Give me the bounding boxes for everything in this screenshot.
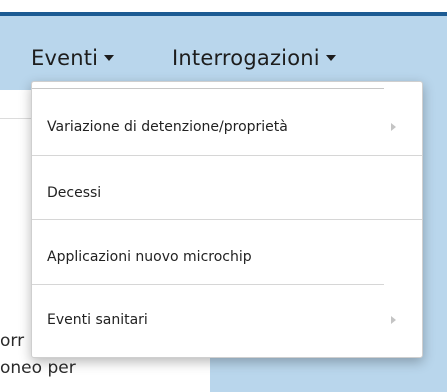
chevron-right-icon xyxy=(391,316,396,324)
menu-divider xyxy=(32,219,422,220)
navbar: Eventi Interrogazioni xyxy=(0,12,447,90)
background-text: orr xyxy=(0,331,25,351)
eventi-dropdown-menu: Variazione di detenzione/proprietà Deces… xyxy=(31,81,423,358)
menu-item-label: Eventi sanitari xyxy=(47,312,148,328)
top-strip xyxy=(0,0,447,12)
menu-divider xyxy=(32,88,384,89)
chevron-right-icon xyxy=(391,123,396,131)
menu-item-label: Variazione di detenzione/proprietà xyxy=(47,119,288,135)
caret-down-icon xyxy=(104,55,115,61)
menu-item-variazione-detenzione[interactable]: Variazione di detenzione/proprietà xyxy=(32,97,422,157)
menu-divider xyxy=(32,284,384,285)
nav-item-eventi[interactable]: Eventi xyxy=(31,46,115,70)
nav-item-label: Interrogazioni xyxy=(172,46,320,70)
menu-item-eventi-sanitari[interactable]: Eventi sanitari xyxy=(32,290,422,350)
menu-item-decessi[interactable]: Decessi xyxy=(32,163,422,223)
menu-item-applicazioni-microchip[interactable]: Applicazioni nuovo microchip xyxy=(32,227,422,287)
menu-item-label: Decessi xyxy=(47,185,102,201)
nav-item-interrogazioni[interactable]: Interrogazioni xyxy=(172,46,336,70)
background-text: oneo per xyxy=(0,358,76,378)
nav-item-label: Eventi xyxy=(31,46,99,70)
menu-item-label: Applicazioni nuovo microchip xyxy=(47,249,252,265)
caret-down-icon xyxy=(325,55,336,61)
menu-divider xyxy=(32,155,422,156)
